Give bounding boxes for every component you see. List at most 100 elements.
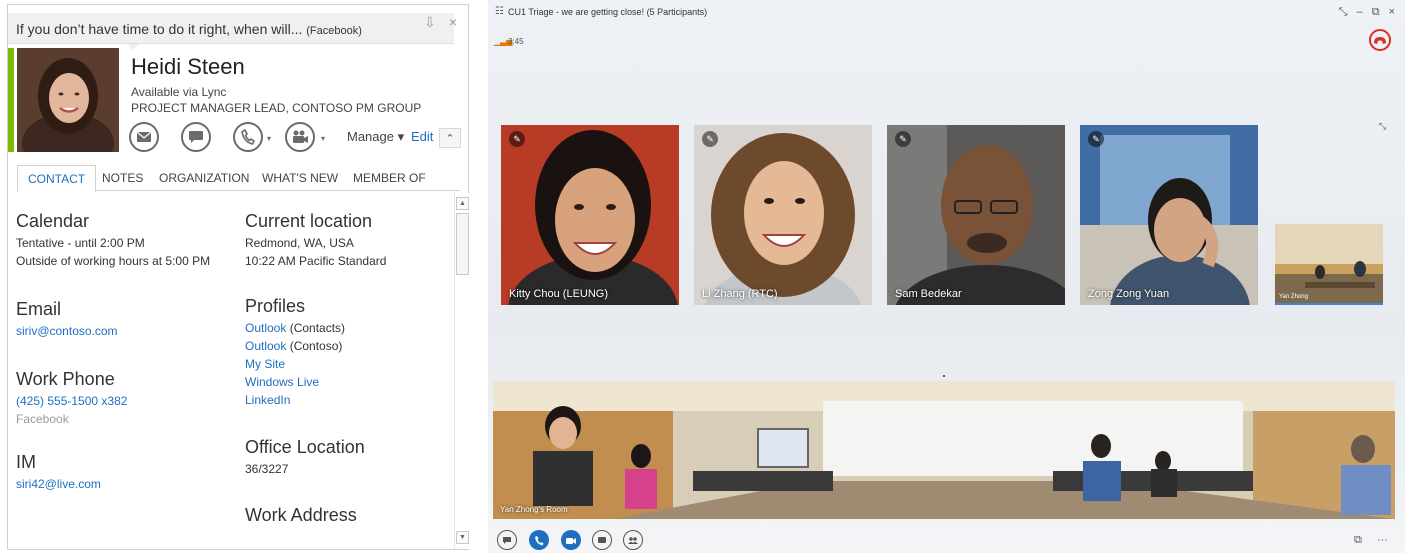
more-options-icon[interactable]: ···	[1377, 534, 1388, 546]
chevron-up-icon: ⌃	[445, 132, 455, 145]
separator-dot	[943, 375, 945, 377]
microphone-icon: ✎	[1088, 131, 1104, 147]
avatar	[17, 48, 119, 152]
present-button[interactable]	[592, 530, 612, 550]
edit-link[interactable]: Edit	[411, 129, 433, 144]
video-button[interactable]	[285, 122, 315, 152]
profile-suffix: (Contacts)	[286, 321, 346, 335]
participant-tile[interactable]: ✎ Zong Zong Yuan	[1080, 125, 1258, 305]
participant-name: Kitty Chou (LEUNG)	[509, 288, 609, 300]
self-view-tile[interactable]: Yan Zhong	[1275, 224, 1383, 305]
participant-tile[interactable]: ✎ Kitty Chou (LEUNG)	[501, 125, 679, 305]
participant-tile[interactable]: ✎ Li Zhang (RTC)	[694, 125, 872, 305]
collapse-button[interactable]: ⌃	[439, 128, 461, 148]
close-icon[interactable]: ×	[449, 15, 457, 29]
close-window-icon[interactable]: ×	[1389, 6, 1395, 19]
profile-link[interactable]: LinkedIn	[245, 391, 345, 409]
self-view-name: Yan Zhong	[1279, 294, 1308, 300]
microphone-icon: ✎	[509, 131, 525, 147]
chat-button[interactable]	[497, 530, 517, 550]
details-scrollbar[interactable]: ▲ ▼	[454, 193, 469, 549]
hang-up-icon	[1374, 36, 1386, 44]
profile-item: Outlook (Contacts)	[245, 319, 345, 337]
fullscreen-icon[interactable]: ⤡	[1339, 6, 1348, 19]
profiles-heading: Profiles	[245, 296, 306, 316]
status-message: If you don’t have time to do it right, w…	[16, 21, 362, 37]
participant-tile[interactable]: ✎ Sam Bedekar	[887, 125, 1065, 305]
call-dropdown-caret[interactable]: ▾	[267, 134, 271, 143]
pin-icon[interactable]: ⇩	[424, 15, 436, 29]
microphone-icon: ✎	[895, 131, 911, 147]
card-header: If you don’t have time to do it right, w…	[8, 5, 468, 50]
profile-item: Outlook (Contoso)	[245, 337, 345, 355]
work-phone-link[interactable]: (425) 555-1500 x382	[16, 392, 127, 410]
profile-link[interactable]: Outlook	[245, 339, 286, 353]
microphone-icon: ✎	[702, 131, 718, 147]
minimize-icon[interactable]: –	[1357, 6, 1363, 19]
email-button[interactable]	[129, 122, 159, 152]
im-button[interactable]	[181, 122, 211, 152]
availability-text: Available via Lync	[131, 85, 227, 99]
calendar-section: Calendar Tentative - until 2:00 PM Outsi…	[16, 211, 210, 270]
video-camera-icon	[293, 130, 308, 143]
room-name: Yan Zhong's Room	[500, 505, 568, 514]
profile-link[interactable]: My Site	[245, 355, 345, 373]
phone-icon	[241, 129, 255, 145]
work-address-heading: Work Address	[245, 505, 357, 525]
screen: If you don’t have time to do it right, w…	[0, 0, 1405, 553]
office-location-section: Office Location 36/3227	[245, 437, 365, 478]
call-duration: 3:45	[508, 37, 524, 46]
status-message-bar: If you don’t have time to do it right, w…	[8, 13, 454, 44]
call-button[interactable]	[233, 122, 263, 152]
office-location-heading: Office Location	[245, 437, 365, 457]
presence-indicator	[8, 48, 14, 152]
hang-up-button[interactable]	[1369, 29, 1391, 51]
chat-bubble-icon	[503, 536, 511, 544]
profiles-section: Profiles Outlook (Contacts) Outlook (Con…	[245, 296, 345, 409]
room-panorama[interactable]: Yan Zhong's Room	[493, 381, 1395, 519]
contact-details: Calendar Tentative - until 2:00 PM Outsi…	[8, 193, 454, 549]
manage-button[interactable]: Manage ▾	[347, 129, 404, 145]
scroll-down-arrow[interactable]: ▼	[456, 531, 469, 544]
pop-out-icon[interactable]: ⤡	[1379, 121, 1386, 132]
tab-contact[interactable]: CONTACT	[17, 165, 97, 192]
im-link[interactable]: siri42@live.com	[16, 475, 101, 493]
envelope-icon	[136, 131, 152, 142]
participant-video	[694, 125, 872, 305]
location-line: Redmond, WA, USA	[245, 236, 354, 250]
tab-member-of[interactable]: MEMBER OF	[353, 165, 426, 191]
tab-notes[interactable]: NOTES	[102, 165, 143, 191]
phone-icon	[535, 535, 544, 545]
current-location-heading: Current location	[245, 211, 373, 231]
restore-icon[interactable]: ⧉	[1372, 6, 1380, 19]
work-phone-heading: Work Phone	[16, 369, 115, 389]
layout-icon[interactable]: ⧉	[1354, 534, 1362, 547]
contact-card: If you don’t have time to do it right, w…	[7, 4, 469, 550]
conference-window: ☷ CU1 Triage - we are getting close! (5 …	[488, 0, 1405, 553]
participant-video	[887, 125, 1065, 305]
self-view-video	[1275, 224, 1383, 303]
app-icon: ☷	[495, 6, 504, 17]
contact-name: Heidi Steen	[131, 54, 245, 79]
status-pointer	[127, 44, 139, 50]
tab-organization[interactable]: ORGANIZATION	[159, 165, 249, 191]
calendar-heading: Calendar	[16, 211, 90, 231]
profile-link[interactable]: Windows Live	[245, 373, 345, 391]
call-toolbar: ⧉ ···	[488, 528, 1405, 553]
email-link[interactable]: siriv@contoso.com	[16, 322, 118, 340]
tab-whats-new[interactable]: WHAT'S NEW	[262, 165, 338, 191]
phone-button[interactable]	[529, 530, 549, 550]
location-time: 10:22 AM Pacific Standard	[245, 254, 387, 268]
work-phone-source: Facebook	[16, 412, 69, 426]
scroll-thumb[interactable]	[456, 213, 469, 275]
video-dropdown-caret[interactable]: ▾	[321, 134, 325, 143]
scroll-up-arrow[interactable]: ▲	[456, 197, 469, 210]
participant-video	[501, 125, 679, 305]
calendar-line: Outside of working hours at 5:00 PM	[16, 254, 211, 268]
participant-name: Sam Bedekar	[895, 288, 962, 300]
participant-video	[1080, 125, 1258, 305]
video-toggle-button[interactable]	[561, 530, 581, 550]
email-heading: Email	[16, 299, 62, 319]
participants-button[interactable]	[623, 530, 643, 550]
profile-link[interactable]: Outlook	[245, 321, 286, 335]
